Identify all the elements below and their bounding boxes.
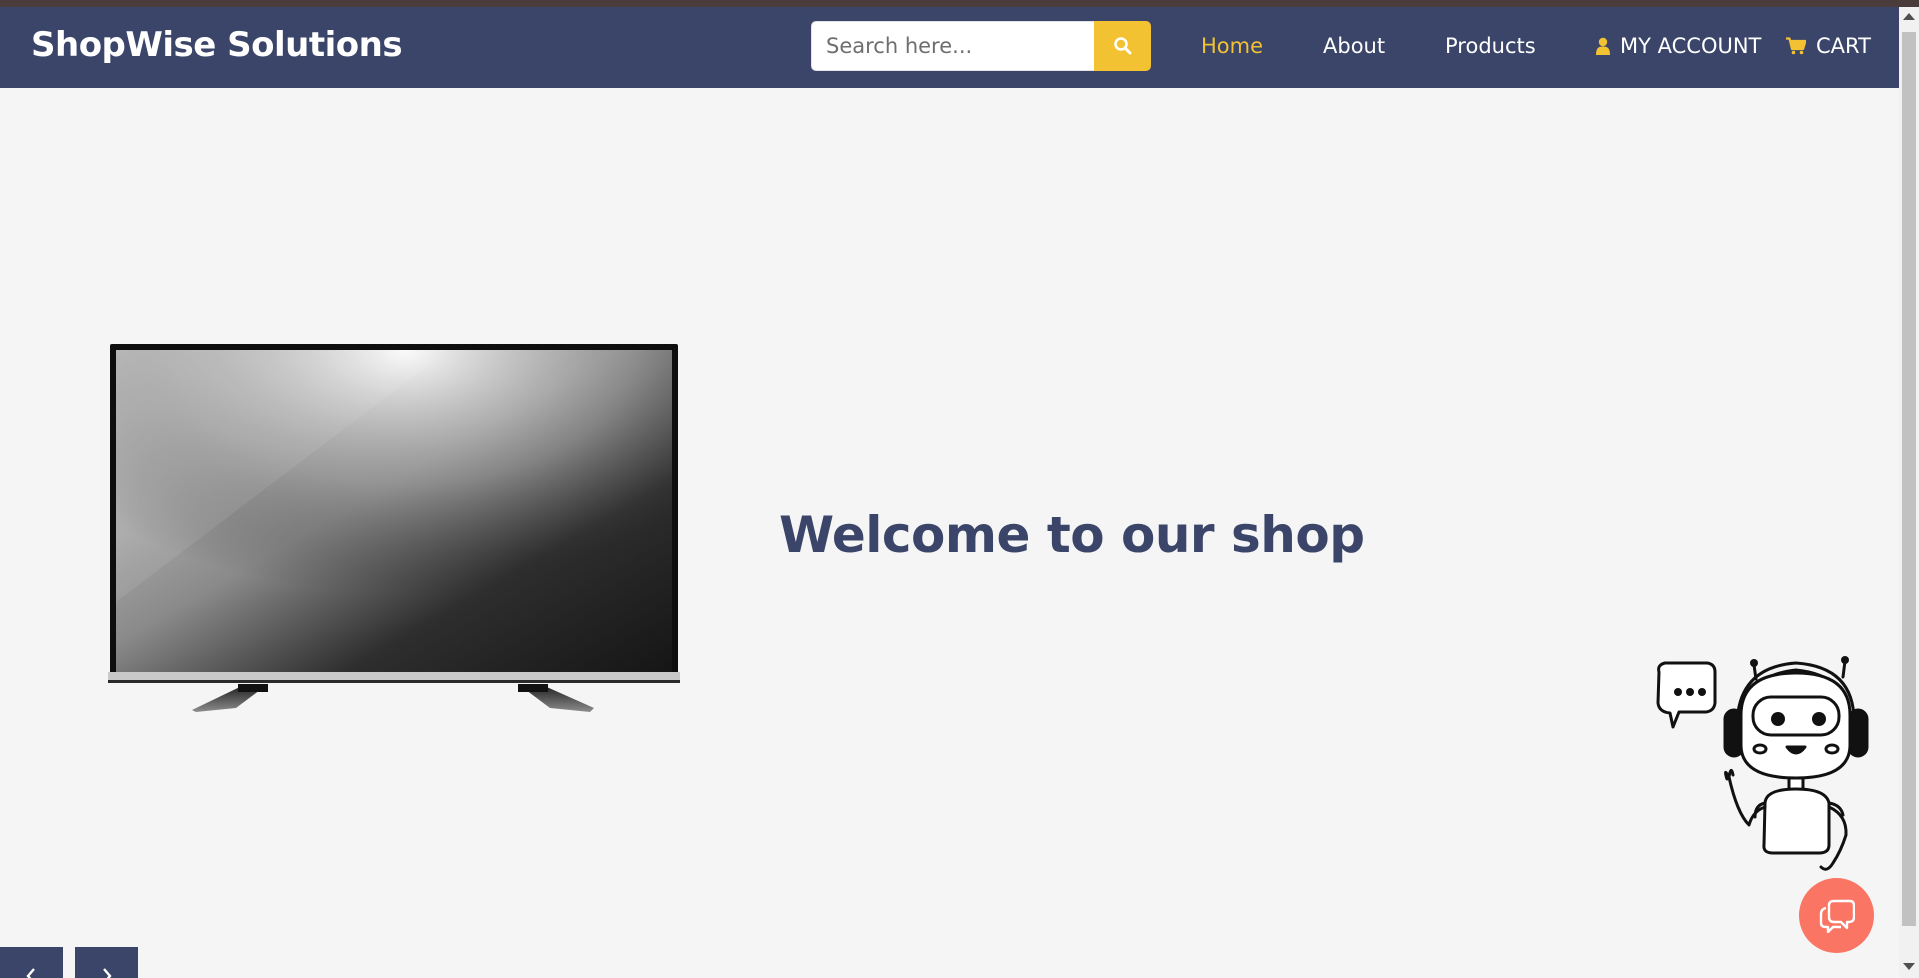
nav-link-products[interactable]: Products: [1445, 34, 1536, 58]
chat-button[interactable]: [1799, 878, 1874, 953]
welcome-heading: Welcome to our shop: [779, 505, 1365, 564]
cart-icon: [1786, 37, 1806, 55]
scrollbar-down-arrow[interactable]: [1903, 963, 1915, 970]
robot-assistant-illustration: [1656, 656, 1869, 871]
window-top-strip: [0, 0, 1919, 7]
scrollbar-thumb[interactable]: [1902, 32, 1916, 926]
navbar: ShopWise Solutions Home About Products M…: [0, 7, 1899, 88]
television-image: [108, 344, 680, 712]
user-icon: [1596, 37, 1610, 55]
nav-link-home[interactable]: Home: [1201, 34, 1263, 58]
nav-link-my-account[interactable]: MY ACCOUNT: [1596, 34, 1761, 58]
search-input[interactable]: [811, 21, 1095, 71]
slider-prev-button[interactable]: [0, 947, 63, 978]
nav-link-cart[interactable]: CART: [1786, 34, 1871, 58]
chat-bubble-icon: [1819, 899, 1855, 933]
scrollbar-up-arrow[interactable]: [1903, 13, 1915, 20]
search-icon: [1113, 37, 1131, 55]
my-account-label: MY ACCOUNT: [1620, 34, 1762, 58]
chevron-left-icon: [26, 968, 35, 978]
slider-next-button[interactable]: [75, 947, 138, 978]
nav-link-about[interactable]: About: [1323, 34, 1385, 58]
search-button[interactable]: [1094, 21, 1151, 71]
chevron-right-icon: [103, 968, 112, 978]
cart-label: CART: [1816, 34, 1871, 58]
brand-logo[interactable]: ShopWise Solutions: [31, 25, 403, 65]
